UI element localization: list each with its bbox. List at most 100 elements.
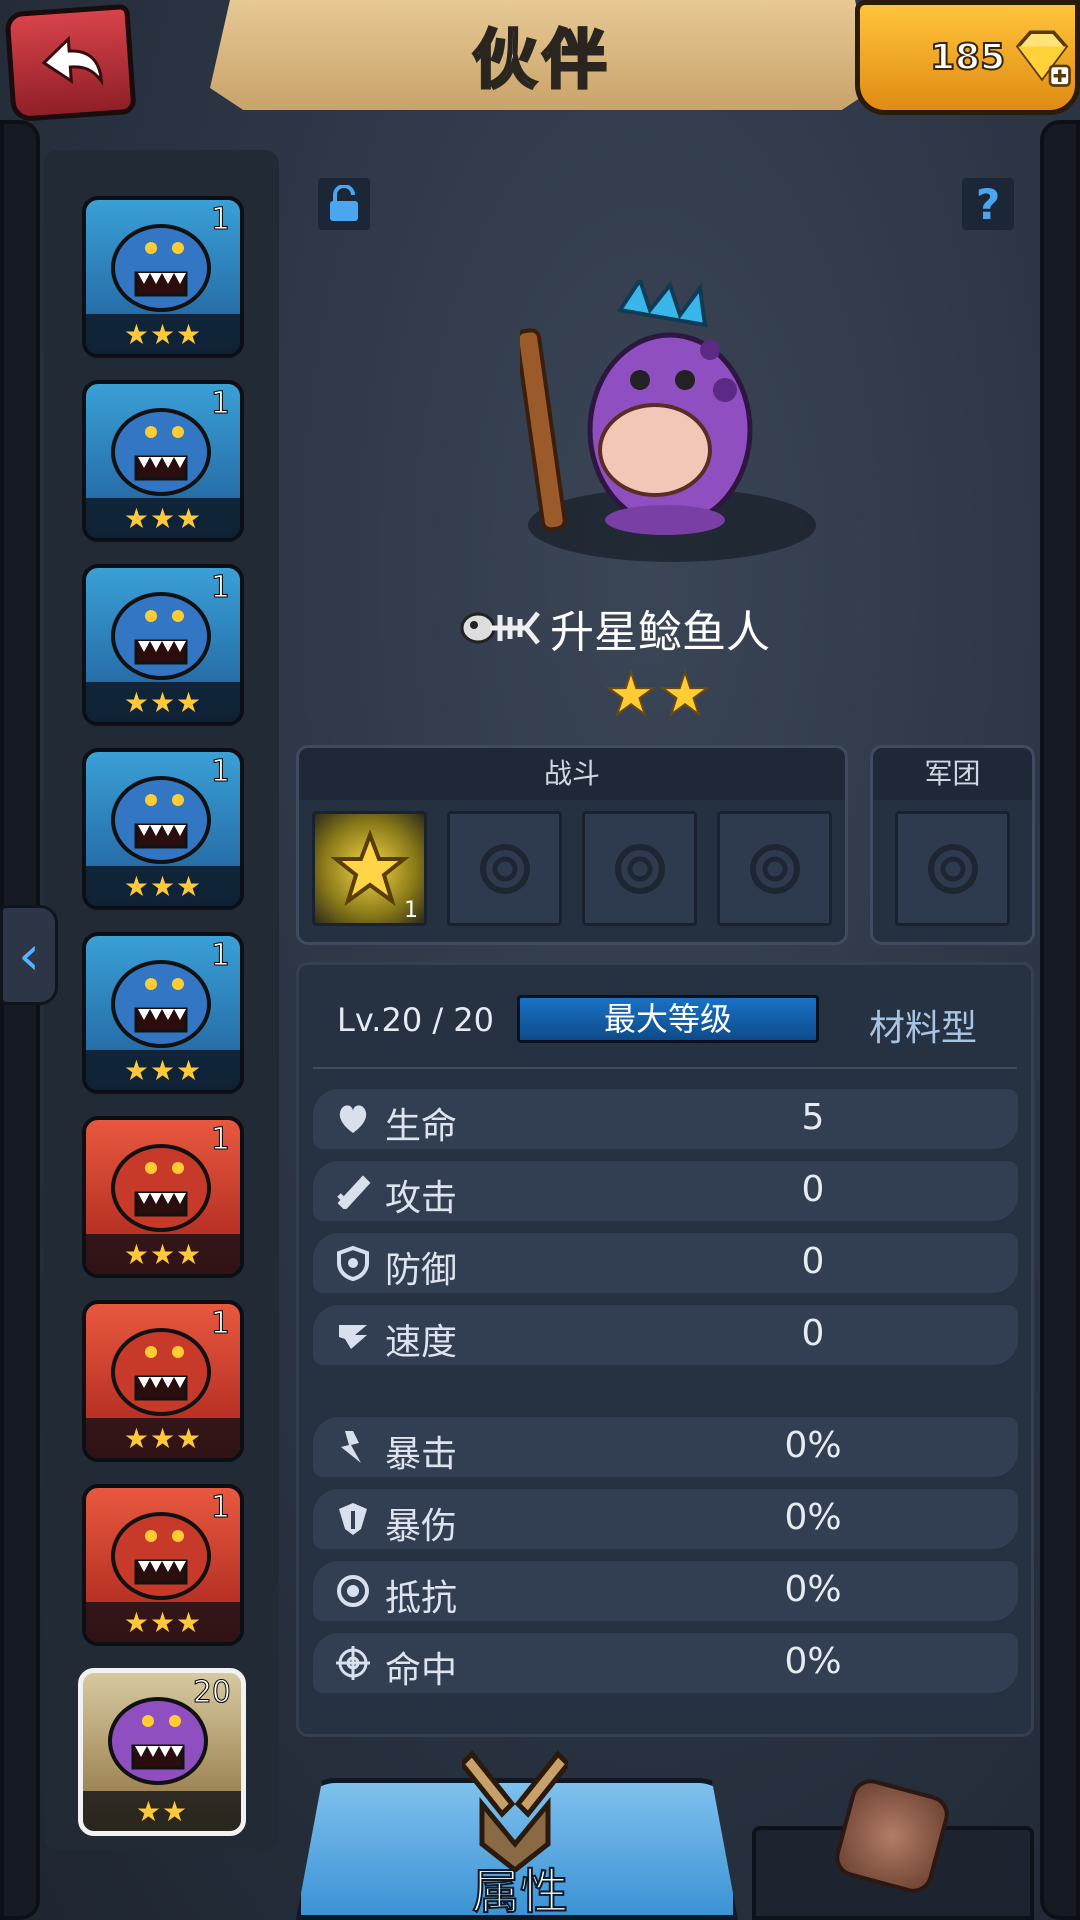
companion-card[interactable]: 1 ★★★ <box>82 564 244 726</box>
companion-level: 1 <box>210 754 230 790</box>
skill-slot-2[interactable] <box>447 811 562 926</box>
stat-label: 命中 <box>385 1650 458 1691</box>
companion-stars: ★★ <box>83 1791 241 1831</box>
stat-label: 抵抗 <box>385 1578 458 1619</box>
target-icon <box>335 1645 371 1681</box>
stat-value: 0 <box>801 1241 825 1282</box>
gem-count: 185 <box>929 36 1006 79</box>
companion-portrait <box>111 1144 211 1232</box>
crit-damage-icon <box>335 1501 371 1537</box>
stat-value: 0% <box>784 1641 842 1682</box>
companion-stars: ★★★ <box>86 682 240 722</box>
stat-value: 0% <box>784 1497 842 1538</box>
crossed-swords-icon <box>462 1750 568 1872</box>
empty-slot-icon <box>479 843 530 894</box>
stat-row: 命中 0% <box>313 1633 1018 1693</box>
type-text: 材料型 <box>869 1008 978 1049</box>
companion-portrait <box>111 960 211 1048</box>
companion-portrait <box>111 776 211 864</box>
crit-icon <box>335 1429 371 1465</box>
companion-stars: ★★★ <box>86 866 240 906</box>
companion-stars: ★★★ <box>86 1418 240 1458</box>
companion-level: 1 <box>210 386 230 422</box>
companion-card[interactable]: 1 ★★★ <box>82 1116 244 1278</box>
stat-row: 暴伤 0% <box>313 1489 1018 1549</box>
hero-name-row: 升星鲶鱼人 <box>460 600 770 658</box>
max-level-button[interactable]: 最大等级 <box>517 995 819 1043</box>
scroll-left-button[interactable]: ‹ <box>0 905 58 1005</box>
page-title: 伙伴 <box>471 23 613 100</box>
companion-portrait <box>111 592 211 680</box>
resist-icon <box>335 1573 371 1609</box>
stat-label: 速度 <box>385 1322 458 1363</box>
companion-level: 1 <box>210 938 230 974</box>
legion-slot[interactable] <box>895 811 1010 926</box>
companion-card[interactable]: 1 ★★★ <box>82 748 244 910</box>
stat-row: 暴击 0% <box>313 1417 1018 1477</box>
hero-stars: ★★ <box>604 659 713 729</box>
companion-level: 1 <box>210 1306 230 1342</box>
empty-slot-icon <box>927 843 978 894</box>
back-button[interactable] <box>4 3 137 123</box>
stat-value: 5 <box>801 1097 825 1138</box>
level-text: Lv.20 / 20 <box>337 1001 495 1039</box>
companion-stars: ★★★ <box>86 1234 240 1274</box>
stats-panel: Lv.20 / 20 最大等级 材料型 生命 5 攻击 0 防御 0 速度 0 暴击 0% 暴伤 0%… <box>296 962 1034 1737</box>
stat-row: 速度 0 <box>313 1305 1018 1365</box>
stat-value: 0 <box>801 1313 825 1354</box>
stat-row: 防御 0 <box>313 1233 1018 1293</box>
heart-icon <box>335 1101 371 1137</box>
back-arrow-icon <box>41 35 103 86</box>
stat-label: 生命 <box>385 1106 458 1147</box>
stat-label: 暴击 <box>385 1434 458 1475</box>
right-rock-border <box>1040 120 1080 1920</box>
companion-level: 1 <box>210 1122 230 1158</box>
stat-label: 防御 <box>385 1250 458 1291</box>
hero-name: 升星鲶鱼人 <box>550 607 770 658</box>
stat-row: 抵抗 0% <box>313 1561 1018 1621</box>
diamond-plus-icon <box>1015 30 1072 87</box>
companion-card[interactable]: 1 ★★★ <box>82 1300 244 1462</box>
companion-level: 20 <box>192 1675 231 1711</box>
divider <box>313 1067 1017 1069</box>
stat-value: 0% <box>784 1425 842 1466</box>
wing-icon <box>335 1317 371 1353</box>
companion-level: 1 <box>210 570 230 606</box>
companion-portrait <box>111 1328 211 1416</box>
star-rank-icon <box>329 828 410 906</box>
empty-slot-icon <box>614 843 665 894</box>
stat-value: 0 <box>801 1169 825 1210</box>
companion-card[interactable]: 1 ★★★ <box>82 932 244 1094</box>
companion-portrait <box>111 408 211 496</box>
companion-card[interactable]: 20 ★★ <box>78 1668 246 1836</box>
stat-value: 0% <box>784 1569 842 1610</box>
lock-button[interactable] <box>318 178 370 230</box>
companion-card[interactable]: 1 ★★★ <box>82 1484 244 1646</box>
lock-icon <box>330 185 358 221</box>
companion-level: 1 <box>210 202 230 238</box>
left-rock-border <box>0 120 40 1920</box>
empty-slot-icon <box>749 843 800 894</box>
skill-slot-count: 1 <box>404 898 418 923</box>
title-banner: 伙伴 <box>210 0 875 110</box>
skill-slot-3[interactable] <box>582 811 697 926</box>
companion-portrait <box>111 1512 211 1600</box>
companion-stars: ★★★ <box>86 498 240 538</box>
chevron-left-icon: ‹ <box>18 923 40 987</box>
companion-card[interactable]: 1 ★★★ <box>82 196 244 358</box>
gem-counter[interactable]: 185 <box>855 0 1080 115</box>
legion-label: 军团 <box>873 748 1032 800</box>
companion-stars: ★★★ <box>86 1050 240 1090</box>
sword-icon <box>335 1173 371 1209</box>
shield-icon <box>335 1245 371 1281</box>
skill-slot-1[interactable]: 1 <box>312 811 427 926</box>
skill-slot-4[interactable] <box>717 811 832 926</box>
companion-level: 1 <box>210 1490 230 1526</box>
companion-stars: ★★★ <box>86 314 240 354</box>
companion-stars: ★★★ <box>86 1602 240 1642</box>
companion-card[interactable]: 1 ★★★ <box>82 380 244 542</box>
help-button[interactable]: ? <box>962 178 1014 230</box>
stat-row: 攻击 0 <box>313 1161 1018 1221</box>
stat-label: 攻击 <box>385 1178 458 1219</box>
hero-portrait <box>520 280 753 535</box>
